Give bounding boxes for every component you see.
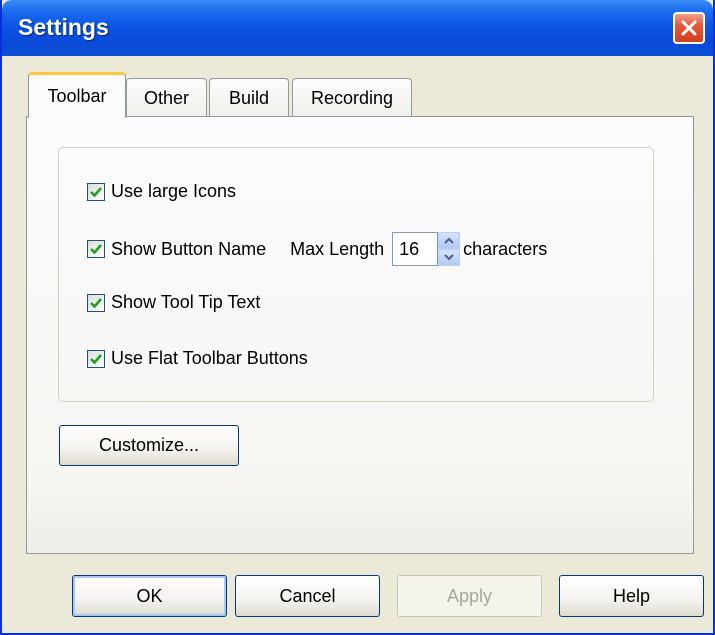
- toolbar-tab-panel: Use large Icons Show Button Name Max Len…: [26, 116, 694, 554]
- tool-tip-label: Show Tool Tip Text: [111, 292, 261, 312]
- chevron-up-icon: [444, 237, 454, 244]
- customize-button[interactable]: Customize...: [59, 425, 239, 466]
- checkmark-icon: [90, 186, 102, 197]
- spin-up-button[interactable]: [438, 232, 461, 249]
- flat-buttons-checkbox[interactable]: [87, 349, 105, 368]
- characters-label: characters: [463, 238, 548, 259]
- flat-buttons-option[interactable]: Use Flat Toolbar Buttons: [87, 348, 308, 369]
- max-length-label: Max Length: [290, 238, 385, 259]
- max-length-input[interactable]: 16: [392, 232, 439, 266]
- tab-build[interactable]: Build: [209, 78, 289, 118]
- tab-label: Recording: [310, 88, 394, 108]
- help-label: Help: [612, 585, 651, 606]
- large-icons-label: Use large Icons: [111, 181, 237, 201]
- chevron-down-icon: [444, 254, 454, 261]
- tab-label: Other: [143, 88, 190, 108]
- tab-label: Toolbar: [47, 86, 107, 106]
- checkmark-icon: [90, 297, 102, 308]
- ok-button[interactable]: OK: [72, 575, 227, 617]
- show-button-name-label: Show Button Name: [111, 238, 267, 259]
- window-title: Settings: [18, 14, 109, 40]
- help-button[interactable]: Help: [559, 575, 704, 617]
- settings-dialog: Settings Toolbar Other Build Recording U…: [0, 0, 715, 635]
- checkmark-icon: [90, 244, 102, 255]
- large-icons-option[interactable]: Use large Icons: [87, 181, 236, 202]
- show-button-name-checkbox[interactable]: [87, 240, 105, 258]
- max-length-spinner[interactable]: [438, 232, 461, 266]
- apply-label: Apply: [446, 585, 493, 606]
- tab-recording[interactable]: Recording: [292, 78, 412, 118]
- cancel-button[interactable]: Cancel: [235, 575, 380, 617]
- flat-buttons-label: Use Flat Toolbar Buttons: [111, 348, 308, 368]
- show-button-name-option[interactable]: Show Button Name Max Length 16 character…: [87, 232, 547, 266]
- spin-down-button[interactable]: [438, 249, 461, 266]
- large-icons-checkbox[interactable]: [87, 182, 105, 201]
- tool-tip-option[interactable]: Show Tool Tip Text: [87, 292, 260, 313]
- customize-label: Customize...: [98, 435, 200, 455]
- toolbar-options-group: Use large Icons Show Button Name Max Len…: [58, 147, 654, 402]
- tab-other[interactable]: Other: [126, 78, 207, 118]
- tab-toolbar[interactable]: Toolbar: [28, 72, 126, 118]
- apply-button[interactable]: Apply: [397, 575, 542, 617]
- close-x-icon: [681, 20, 697, 36]
- title-bar[interactable]: Settings: [2, 0, 713, 56]
- ok-label: OK: [136, 585, 163, 606]
- cancel-label: Cancel: [279, 585, 336, 606]
- max-length-value: 16: [399, 238, 420, 259]
- close-button[interactable]: [673, 12, 705, 44]
- tab-label: Build: [228, 88, 270, 108]
- checkmark-icon: [90, 353, 102, 364]
- tool-tip-checkbox[interactable]: [87, 293, 105, 312]
